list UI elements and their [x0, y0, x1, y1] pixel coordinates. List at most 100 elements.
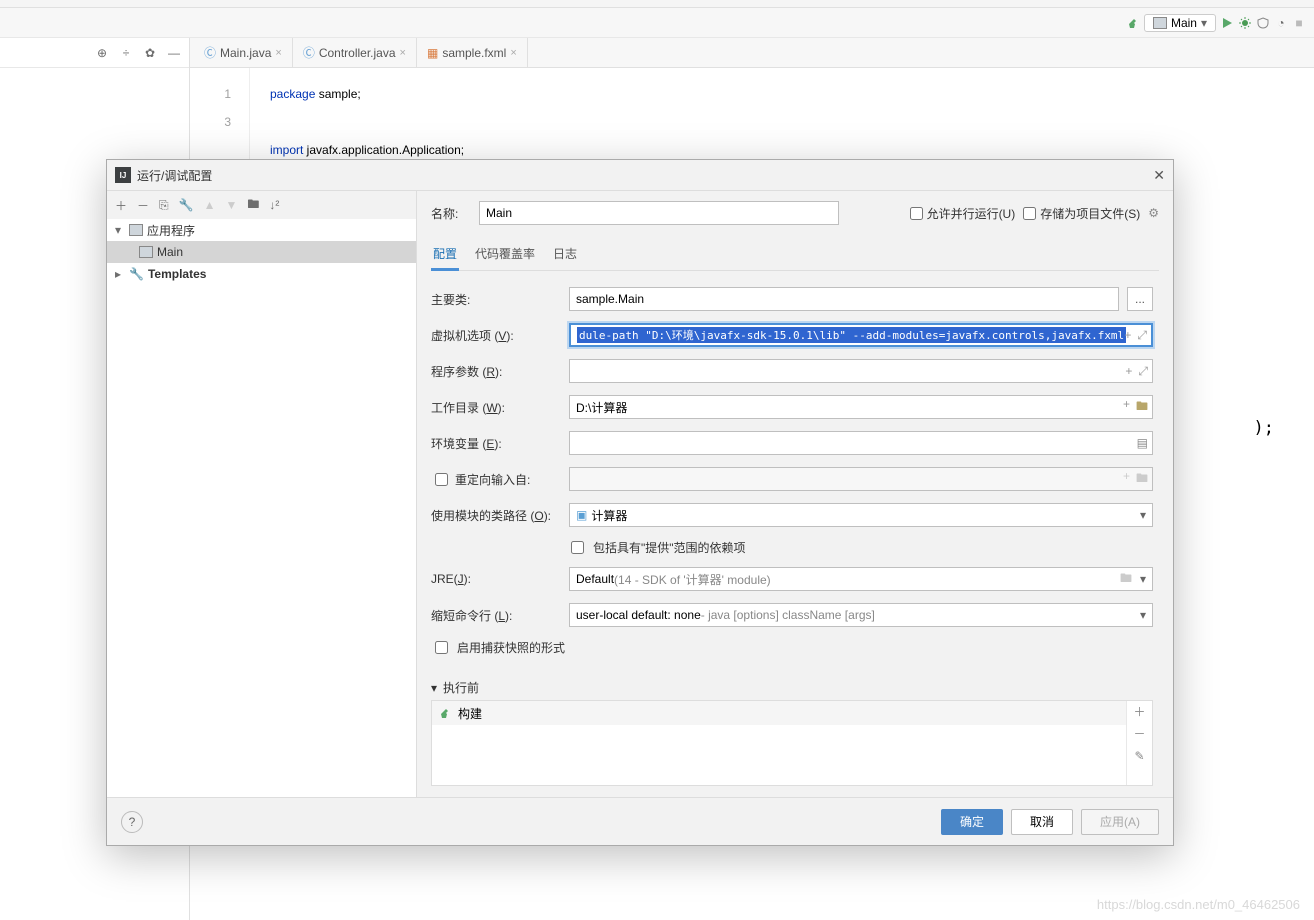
expand-icon[interactable]: ⤢	[1137, 328, 1147, 343]
plus-icon[interactable]: +	[1124, 328, 1131, 343]
code-editor[interactable]: package sample; import javafx.applicatio…	[250, 68, 464, 164]
remove-icon[interactable]: －	[1133, 723, 1145, 745]
copy-icon[interactable]: ⎘	[159, 198, 169, 213]
folder-icon[interactable]: 🖿	[247, 195, 259, 216]
redirect-input-label: 重定向输入自:	[455, 471, 530, 488]
run-icon[interactable]	[1220, 16, 1234, 30]
shorten-cmd-dropdown[interactable]: user-local default: none - java [options…	[569, 603, 1153, 627]
tree-item-main[interactable]: Main	[107, 241, 416, 263]
cancel-button[interactable]: 取消	[1011, 809, 1073, 835]
dialog-footer: ? 确定 取消 应用(A)	[107, 797, 1173, 845]
run-debug-config-dialog: IJ 运行/调试配置 ✕ ＋ － ⎘ 🔧 ▲ ▼ 🖿 ↓² ▾ 应用程序	[106, 159, 1174, 846]
config-sidebar: ＋ － ⎘ 🔧 ▲ ▼ 🖿 ↓² ▾ 应用程序 Main	[107, 191, 417, 797]
env-vars-field[interactable]: ▤	[569, 431, 1153, 455]
allow-parallel-checkbox[interactable]: 允许并行运行(U)	[910, 205, 1016, 222]
folder-icon[interactable]: 🖿	[1120, 569, 1132, 590]
browse-button[interactable]: ...	[1127, 287, 1153, 311]
module-classpath-dropdown[interactable]: ▣ 计算器	[569, 503, 1153, 527]
sort-icon[interactable]: ↓²	[269, 198, 279, 212]
program-args-field[interactable]: +⤢	[569, 359, 1153, 383]
close-icon[interactable]: ×	[275, 47, 281, 59]
enable-capture-checkbox[interactable]	[435, 641, 448, 654]
jre-dropdown[interactable]: Default (14 - SDK of '计算器' module) 🖿	[569, 567, 1153, 591]
config-toolbar: ＋ － ⎘ 🔧 ▲ ▼ 🖿 ↓²	[107, 191, 416, 219]
folder-icon[interactable]: 🖿	[1136, 397, 1148, 418]
tab-controller-java[interactable]: ⒸController.java×	[293, 38, 417, 67]
collapse-icon[interactable]: ÷	[119, 46, 133, 60]
tab-main-java[interactable]: ⒸMain.java×	[194, 38, 293, 67]
application-icon	[1153, 17, 1167, 29]
store-project-checkbox[interactable]: 存储为项目文件(S)	[1023, 205, 1140, 222]
main-class-field[interactable]: sample.Main	[569, 287, 1119, 311]
expand-icon[interactable]: ⤢	[1138, 364, 1148, 379]
before-launch-header[interactable]: ▾ 执行前	[431, 679, 1153, 696]
close-icon[interactable]: ✕	[1153, 167, 1165, 184]
settings-icon[interactable]: ✿	[143, 46, 157, 60]
add-icon[interactable]: ＋	[115, 197, 127, 214]
intellij-icon: IJ	[115, 167, 131, 183]
up-icon[interactable]: ▲	[204, 198, 216, 212]
ok-button[interactable]: 确定	[941, 809, 1003, 835]
coverage-icon[interactable]	[1256, 16, 1270, 30]
chevron-down-icon: ▾	[115, 223, 125, 237]
jre-label: JRE(J):	[431, 572, 561, 586]
dropdown-icon: ▾	[1201, 16, 1207, 30]
gutter: 1 3	[190, 68, 250, 164]
application-icon	[139, 246, 153, 258]
before-launch-list[interactable]: 构建	[432, 701, 1126, 785]
down-icon[interactable]: ▼	[225, 198, 237, 212]
application-icon	[129, 224, 143, 236]
dialog-title: 运行/调试配置	[137, 167, 1153, 184]
include-provided-checkbox[interactable]	[571, 541, 584, 554]
wrench-icon: 🔧	[129, 267, 144, 281]
add-icon[interactable]: ＋	[1133, 701, 1145, 723]
list-icon[interactable]: ▤	[1137, 436, 1148, 450]
run-configuration-selector[interactable]: Main ▾	[1144, 14, 1216, 32]
redirect-input-checkbox[interactable]	[435, 473, 448, 486]
help-button[interactable]: ?	[121, 811, 143, 833]
plus-icon[interactable]: +	[1123, 397, 1130, 418]
close-icon[interactable]: ×	[510, 47, 516, 59]
apply-button[interactable]: 应用(A)	[1081, 809, 1159, 835]
program-args-label: 程序参数 (R):	[431, 363, 561, 380]
plus-icon[interactable]: +	[1123, 469, 1130, 490]
target-icon[interactable]: ⊕	[95, 46, 109, 60]
profile-icon[interactable]: ◔	[1274, 16, 1288, 30]
module-icon: ▣	[576, 508, 587, 522]
vm-options-label: 虚拟机选项 (V):	[431, 327, 561, 344]
watermark: https://blog.csdn.net/m0_46462506	[1097, 897, 1300, 912]
tree-section-application[interactable]: ▾ 应用程序	[107, 219, 416, 241]
remove-icon[interactable]: －	[137, 197, 149, 214]
vm-options-field[interactable]: dule-path "D:\环境\javafx-sdk-15.0.1\lib" …	[569, 323, 1153, 347]
code-fragment: );	[1254, 418, 1274, 438]
editor-tabs: ⒸMain.java× ⒸController.java× ▦sample.fx…	[190, 38, 1314, 68]
folder-icon[interactable]: 🖿	[1136, 469, 1148, 490]
debug-icon[interactable]	[1238, 16, 1252, 30]
tab-coverage[interactable]: 代码覆盖率	[473, 241, 537, 270]
edit-icon[interactable]: ✎	[1134, 745, 1144, 767]
tab-logs[interactable]: 日志	[551, 241, 579, 270]
config-tree[interactable]: ▾ 应用程序 Main ▸ 🔧 Templates	[107, 219, 416, 797]
plus-icon[interactable]: +	[1125, 364, 1132, 379]
name-label: 名称:	[431, 205, 471, 222]
close-icon[interactable]: ×	[400, 47, 406, 59]
module-classpath-label: 使用模块的类路径 (O):	[431, 507, 561, 524]
gear-icon[interactable]: ⚙	[1148, 206, 1159, 220]
build-icon[interactable]	[1126, 16, 1140, 30]
main-class-label: 主要类:	[431, 291, 561, 308]
stop-icon[interactable]: ■	[1292, 16, 1306, 30]
tab-sample-fxml[interactable]: ▦sample.fxml×	[417, 38, 528, 67]
build-task-item[interactable]: 构建	[432, 701, 1126, 725]
name-input[interactable]	[479, 201, 839, 225]
tab-config[interactable]: 配置	[431, 241, 459, 271]
enable-capture-label: 启用捕获快照的形式	[457, 639, 565, 656]
tree-item-templates[interactable]: ▸ 🔧 Templates	[107, 263, 416, 285]
wrench-icon[interactable]: 🔧	[179, 198, 194, 212]
chevron-down-icon: ▾	[431, 681, 437, 695]
main-toolbar: Main ▾ ◔ ■	[0, 8, 1314, 38]
hide-icon[interactable]: —	[167, 46, 181, 60]
working-dir-field[interactable]: D:\计算器 +🖿	[569, 395, 1153, 419]
env-vars-label: 环境变量 (E):	[431, 435, 561, 452]
redirect-input-field[interactable]: +🖿	[569, 467, 1153, 491]
dialog-titlebar[interactable]: IJ 运行/调试配置 ✕	[107, 160, 1173, 190]
